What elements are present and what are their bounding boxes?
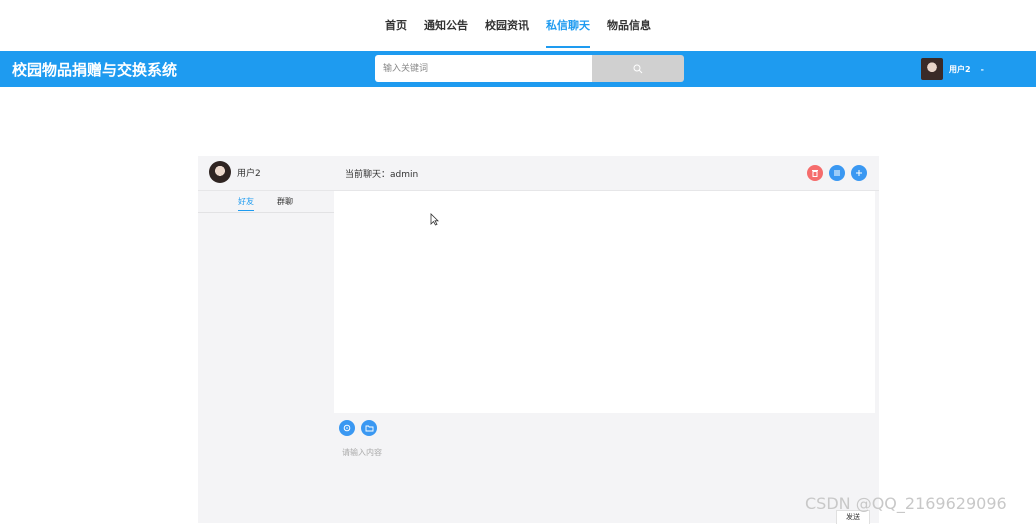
site-title: 校园物品捐赠与交换系统 (12, 61, 178, 79)
list-button[interactable] (829, 165, 845, 181)
nav-item-notices[interactable]: 通知公告 (424, 0, 468, 51)
top-nav: 首页 通知公告 校园资讯 私信聊天 物品信息 (0, 0, 1036, 51)
current-chat-label: 当前聊天：admin (345, 170, 419, 180)
search-input[interactable] (375, 55, 592, 82)
tab-groups[interactable]: 群聊 (277, 196, 293, 207)
nav-item-campus-news[interactable]: 校园资讯 (485, 0, 529, 51)
current-user: 用户2 (209, 161, 261, 183)
avatar (921, 58, 943, 80)
chevron-down-icon: - (980, 64, 984, 74)
file-button[interactable] (361, 420, 377, 436)
message-input[interactable]: 请输入内容 (342, 447, 822, 458)
trash-icon (812, 170, 818, 177)
add-button[interactable] (851, 165, 867, 181)
search-button[interactable] (592, 55, 684, 82)
emoji-button[interactable] (339, 420, 355, 436)
avatar (209, 161, 231, 183)
contact-tabs: 好友 群聊 (198, 191, 334, 213)
mouse-pointer-icon (430, 213, 439, 226)
chat-header: 用户2 当前聊天：admin (198, 156, 879, 191)
user-menu[interactable]: 用户2 - (921, 55, 984, 83)
delete-button[interactable] (807, 165, 823, 181)
search-icon (633, 64, 643, 73)
folder-icon (365, 425, 373, 432)
header-bar: 校园物品捐赠与交换系统 用户2 - (0, 51, 1036, 87)
contacts-sidebar: 好友 群聊 (198, 191, 334, 523)
tab-friends[interactable]: 好友 (238, 196, 254, 211)
menu-icon (834, 170, 840, 176)
plus-icon (856, 170, 862, 176)
message-area[interactable] (334, 191, 875, 413)
nav-item-home[interactable]: 首页 (385, 0, 407, 51)
current-user-name: 用户2 (237, 168, 261, 179)
user-name: 用户2 (949, 64, 971, 74)
nav-item-items[interactable]: 物品信息 (607, 0, 651, 51)
nav-item-private-chat[interactable]: 私信聊天 (546, 0, 590, 51)
watermark: CSDN @QQ_2169629096 (805, 494, 1007, 513)
emoji-icon (343, 424, 351, 432)
chat-panel: 用户2 当前聊天：admin 好友 群聊 请输入内容 发送 (198, 156, 879, 524)
